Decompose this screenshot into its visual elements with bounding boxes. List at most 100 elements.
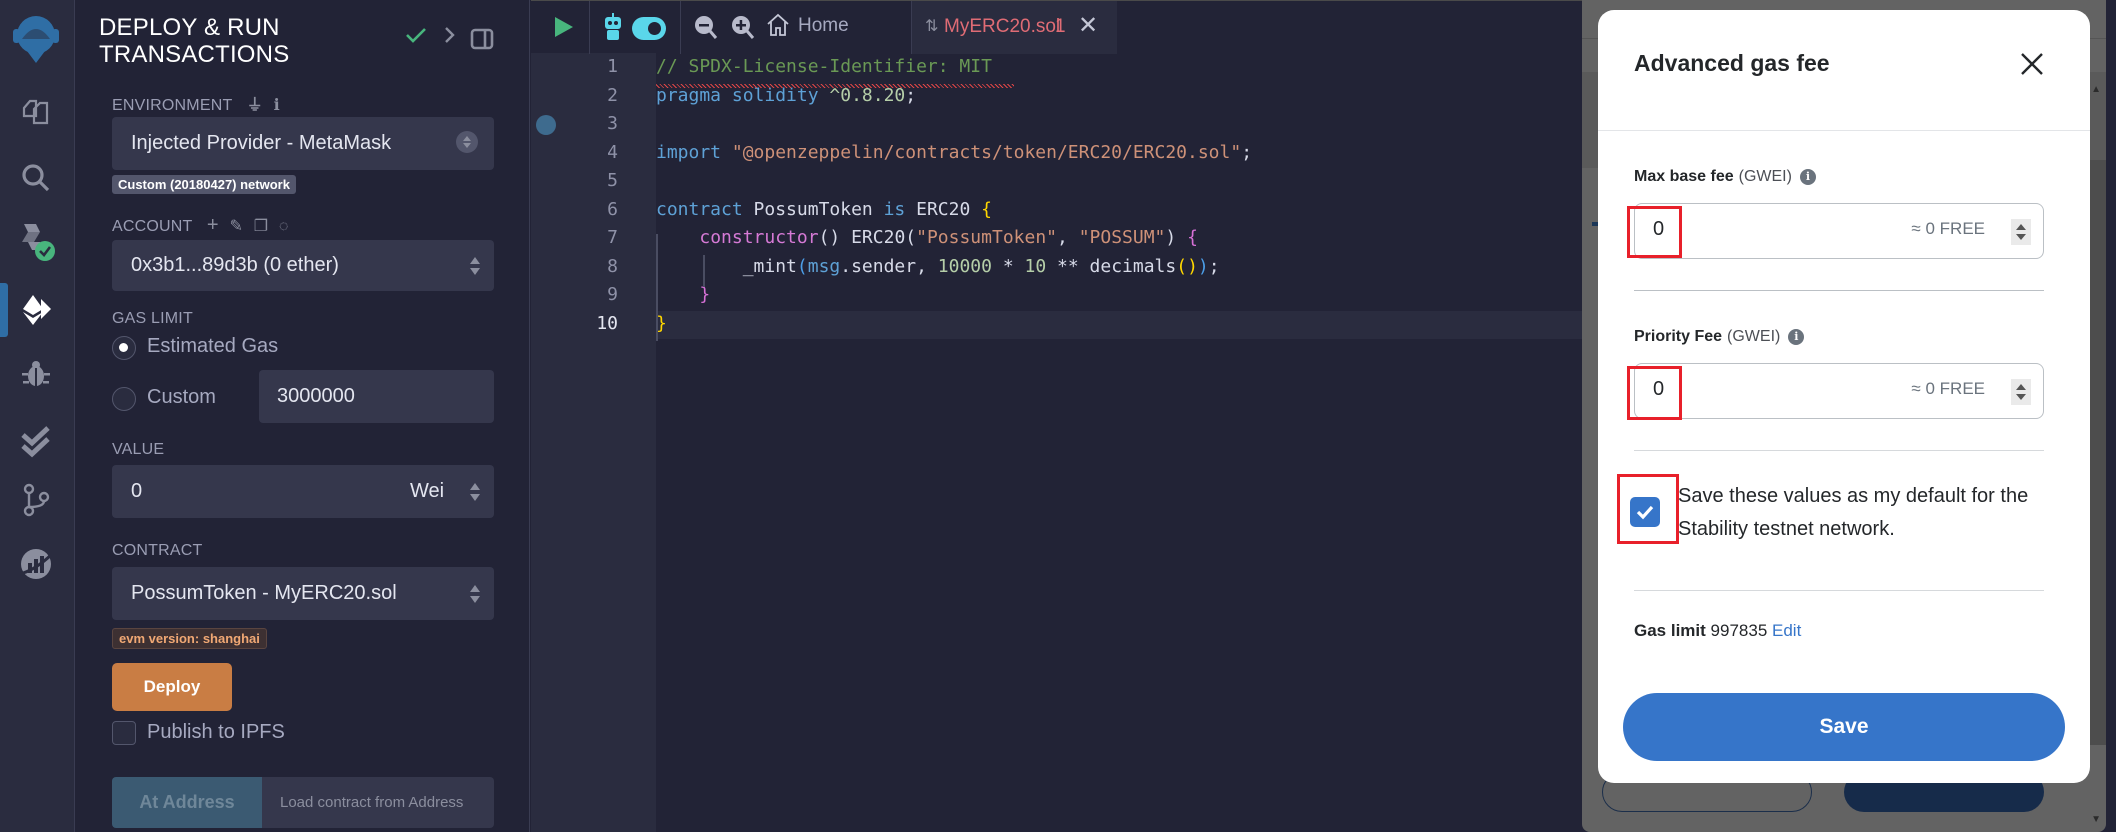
line-number: 3 xyxy=(607,113,618,134)
value-label: VALUE xyxy=(112,441,165,458)
home-tab[interactable]: Home xyxy=(767,13,849,42)
code-token: { xyxy=(1187,227,1198,248)
deploy-run-icon[interactable] xyxy=(14,288,58,332)
line-number: 5 xyxy=(607,170,618,191)
code-token: ) xyxy=(1165,227,1188,248)
priority-fee-input[interactable]: 0 ≈ 0 FREE xyxy=(1634,363,2044,419)
code-line[interactable]: // SPDX-License-Identifier: MIT xyxy=(656,56,992,77)
code-token: 10000 xyxy=(937,255,992,277)
advanced-gas-fee-modal: Advanced gas fee Max base fee (GWEI) i 0 ≈… xyxy=(1598,10,2090,783)
scroll-up-icon[interactable]: ▲ xyxy=(2091,84,2101,95)
line-number: 7 xyxy=(607,227,618,248)
code-line[interactable]: } xyxy=(656,284,710,305)
add-account-icon[interactable]: + xyxy=(207,214,219,236)
ai-copilot-icon[interactable] xyxy=(601,13,625,46)
publish-ipfs-checkbox[interactable] xyxy=(112,721,136,745)
current-line-highlight xyxy=(656,311,1582,339)
modal-title: Advanced gas fee xyxy=(1634,50,1830,76)
custom-gas-label: Custom xyxy=(147,386,216,408)
save-button[interactable]: Save xyxy=(1623,693,2065,761)
deploy-button[interactable]: Deploy xyxy=(112,663,232,711)
max-base-fee-title: Max base fee xyxy=(1634,168,1734,185)
at-address-button[interactable]: At Address xyxy=(112,777,262,828)
value-unit: Wei xyxy=(410,480,445,502)
scroll-down-icon[interactable]: ▼ xyxy=(2091,814,2101,825)
code-token: ** decimals xyxy=(1046,255,1177,277)
lint-error-underline xyxy=(656,84,1014,88)
chevron-right-icon[interactable] xyxy=(443,26,457,49)
zoom-in-icon[interactable] xyxy=(731,15,755,46)
line-number: 4 xyxy=(607,141,618,163)
info-icon[interactable]: i xyxy=(1799,169,1816,185)
code-token: "@openzeppelin/contracts/token/ERC20/ERC… xyxy=(731,141,1242,163)
custom-gas-radio[interactable] xyxy=(112,387,136,411)
environment-label-text: ENVIRONMENT xyxy=(112,97,233,114)
custom-gas-input[interactable]: 3000000 xyxy=(259,370,494,423)
max-base-fee-label: Max base fee (GWEI) i xyxy=(1634,168,1816,186)
code-token: } xyxy=(656,284,711,305)
code-line[interactable]: _mint(msg.sender, 10000 * 10 ** decimals… xyxy=(656,256,1220,277)
save-default-label: Save these values as my default for the … xyxy=(1678,485,2029,540)
code-token: ) xyxy=(1197,255,1209,277)
panel-title: DEPLOY & RUN TRANSACTIONS xyxy=(99,14,289,68)
close-icon[interactable] xyxy=(2020,52,2044,81)
copilot-toggle[interactable] xyxy=(632,17,666,40)
environment-value: Injected Provider - MetaMask xyxy=(131,132,392,154)
code-line[interactable]: constructor() ERC20("PossumToken", "POSS… xyxy=(656,227,1198,248)
analytics-icon[interactable] xyxy=(14,542,58,586)
value-input[interactable]: 0 xyxy=(112,465,392,518)
breakpoint-marker[interactable] xyxy=(536,115,556,135)
at-address-input[interactable]: Load contract from Address xyxy=(262,777,494,828)
git-icon[interactable] xyxy=(14,478,58,522)
debugger-icon[interactable] xyxy=(14,352,58,396)
file-tab-myerc20[interactable]: ⇅ MyERC20.sol 1 ✕ xyxy=(912,1,1117,54)
solidity-compiler-icon[interactable] xyxy=(14,220,58,264)
highlight-box xyxy=(1627,206,1682,258)
max-base-fee-input[interactable]: 0 ≈ 0 FREE xyxy=(1634,203,2044,259)
gas-limit-row: Gas limit 997835 Edit xyxy=(1634,621,1801,641)
info-icon[interactable]: i xyxy=(274,95,280,114)
code-token: contract xyxy=(656,198,754,220)
zoom-out-icon[interactable] xyxy=(694,15,718,46)
plug-icon[interactable]: ⏚ xyxy=(247,97,263,114)
estimated-gas-radio[interactable] xyxy=(112,336,136,360)
code-line[interactable]: import "@openzeppelin/contracts/token/ER… xyxy=(656,142,1252,163)
file-explorer-icon[interactable] xyxy=(14,90,58,134)
contract-select[interactable]: PossumToken - MyERC20.sol xyxy=(112,567,494,620)
gas-limit-edit-link[interactable]: Edit xyxy=(1772,621,1801,640)
copy-icon[interactable]: ❐ xyxy=(254,218,269,235)
home-tab-label: Home xyxy=(798,15,849,36)
code-token: "PossumToken" xyxy=(916,227,1058,248)
stepper-icon[interactable] xyxy=(2011,219,2031,245)
icon-rail xyxy=(0,0,75,832)
close-tab-icon[interactable]: ✕ xyxy=(1078,11,1098,40)
edit-icon[interactable]: ✎ xyxy=(229,218,243,235)
remix-logo-icon[interactable] xyxy=(6,8,66,68)
code-token: ; xyxy=(1241,141,1253,163)
run-icon[interactable] xyxy=(553,15,575,44)
gas-limit-label: GAS LIMIT xyxy=(112,310,193,327)
select-arrows-icon xyxy=(470,584,480,603)
select-arrows-icon xyxy=(456,131,478,153)
solidity-unit-testing-icon[interactable] xyxy=(14,420,58,464)
line-number: 9 xyxy=(607,284,618,305)
account-select[interactable]: 0x3b1...89d3b (0 ether) xyxy=(112,240,494,291)
info-icon[interactable]: i xyxy=(1788,329,1805,345)
stepper-icon[interactable] xyxy=(2011,379,2031,405)
account-value: 0x3b1...89d3b (0 ether) xyxy=(131,254,339,276)
code-token: { xyxy=(981,198,992,220)
sync-icon: ⇅ xyxy=(925,18,939,35)
value-unit-select[interactable]: Wei xyxy=(392,465,494,518)
active-indicator xyxy=(0,283,8,337)
code-token: ( xyxy=(796,255,808,277)
loading-spinner-icon: ◌ xyxy=(278,218,289,235)
editor-tab-bar: Home ⇅ MyERC20.sol 1 ✕ xyxy=(531,0,1582,54)
priority-fee-fiat: ≈ 0 FREE xyxy=(1911,379,1985,398)
priority-fee-title: Priority Fee xyxy=(1634,328,1723,345)
environment-select[interactable]: Injected Provider - MetaMask xyxy=(112,117,494,170)
code-line[interactable]: contract PossumToken is ERC20 { xyxy=(656,199,992,220)
toggle-panel-icon[interactable] xyxy=(470,28,494,55)
code-token: ( xyxy=(905,227,917,248)
select-arrows-icon xyxy=(470,256,480,275)
search-icon[interactable] xyxy=(14,156,58,200)
